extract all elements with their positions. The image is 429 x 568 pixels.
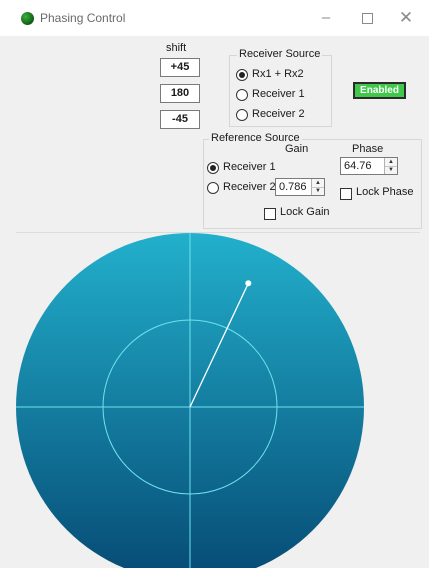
shift-minus45-field[interactable]: -45 [160,110,200,129]
app-icon [21,12,34,25]
radio-receiver-1-label: Receiver 1 [252,88,305,100]
lock-gain-checkbox[interactable] [264,208,276,220]
spin-down-icon[interactable]: ▼ [312,187,324,195]
phase-value: 64.76 [344,160,372,172]
enabled-button[interactable]: Enabled [353,82,406,99]
gain-spinbox[interactable]: 0.786 ▲ ▼ [275,178,325,196]
receiver-source-title: Receiver Source [237,48,323,60]
shift-label: shift [166,42,187,54]
lock-phase-label: Lock Phase [356,186,414,198]
radio-receiver-2-label: Receiver 2 [252,108,305,120]
lock-phase-checkbox[interactable] [340,188,352,200]
maximize-button[interactable] [347,4,387,32]
radio-button-selected[interactable] [236,69,248,81]
radio-button-selected[interactable] [207,162,219,174]
phase-spin-buttons: ▲ ▼ [384,158,397,174]
maximize-icon [361,12,373,24]
shift-plus45-field[interactable]: +45 [160,58,200,77]
minimize-button[interactable]: – [306,4,346,32]
radio-rx1-rx2-label: Rx1 + Rx2 [252,68,304,80]
title-bar: Phasing Control – ✕ [0,0,429,36]
phase-spinbox[interactable]: 64.76 ▲ ▼ [340,157,398,175]
radio-button[interactable] [207,182,219,194]
phase-label: Phase [352,143,384,155]
gain-value: 0.786 [279,181,307,193]
phase-vector-tip [245,280,252,287]
radio-button[interactable] [236,109,248,121]
phase-scope [16,233,364,568]
radio-button[interactable] [236,89,248,101]
ref-radio-receiver-2-label: Receiver 2 [223,181,276,193]
lock-gain-label: Lock Gain [280,206,330,218]
gain-spin-buttons: ▲ ▼ [311,179,324,195]
close-button[interactable]: ✕ [386,4,426,32]
window-title: Phasing Control [40,11,126,25]
ref-radio-receiver-1-label: Receiver 1 [223,161,276,173]
shift-180-field[interactable]: 180 [160,84,200,103]
gain-label: Gain [285,143,309,155]
spin-down-icon[interactable]: ▼ [385,166,397,174]
